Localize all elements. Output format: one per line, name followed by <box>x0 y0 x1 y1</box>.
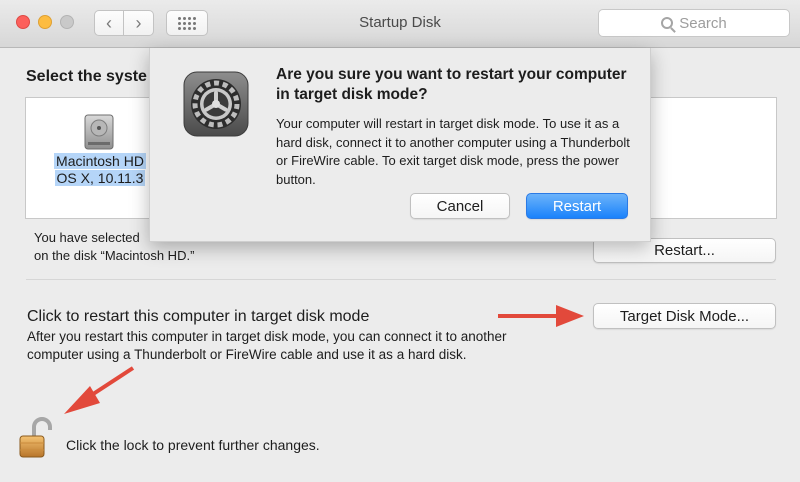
target-disk-mode-heading: Click to restart this computer in target… <box>27 308 370 325</box>
disk-name: Macintosh HD <box>54 153 146 169</box>
cancel-button[interactable]: Cancel <box>410 193 510 219</box>
arrow-to-lock <box>64 366 135 414</box>
dialog-message: Your computer will restart in target dis… <box>276 116 630 187</box>
lock-message: Click the lock to prevent further change… <box>66 437 320 453</box>
dialog-title: Are you sure you want to restart your co… <box>276 66 627 103</box>
target-disk-mode-description: After you restart this computer in targe… <box>27 329 507 362</box>
unlocked-padlock-icon[interactable] <box>16 416 56 460</box>
search-icon <box>661 17 674 29</box>
search-field[interactable]: Search <box>598 9 790 37</box>
arrow-to-target-disk-mode <box>498 305 584 327</box>
select-system-heading: Select the syste <box>26 68 147 85</box>
disk-label[interactable]: Macintosh HD OS X, 10.11.3 <box>42 153 158 187</box>
search-placeholder: Search <box>679 14 727 32</box>
system-preferences-gear-icon <box>183 71 249 137</box>
title-bar: ‹ › Startup Disk Search <box>0 0 800 48</box>
restart-confirmation-dialog: Are you sure you want to restart your co… <box>149 48 651 242</box>
confirm-restart-button[interactable]: Restart <box>526 193 628 219</box>
separator <box>26 279 776 280</box>
hard-disk-icon[interactable] <box>82 112 116 152</box>
target-disk-mode-button[interactable]: Target Disk Mode... <box>593 303 776 329</box>
selected-line-2: on the disk “Macintosh HD.” <box>34 248 195 263</box>
disk-os-version: OS X, 10.11.3 <box>54 170 146 186</box>
